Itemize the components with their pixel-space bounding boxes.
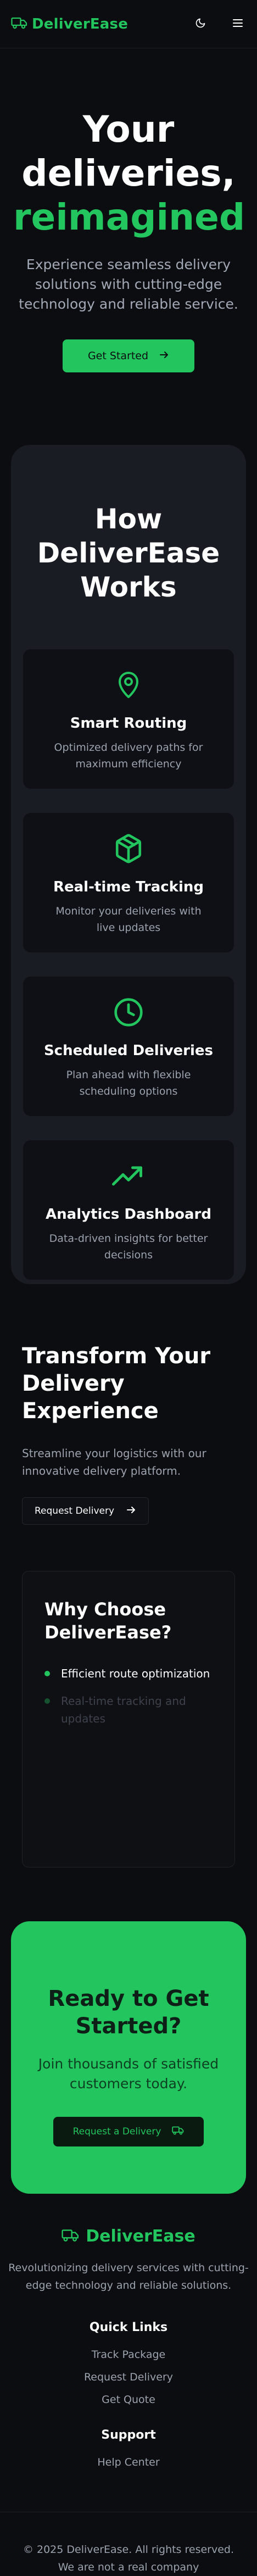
footer-link-get-quote[interactable]: Get Quote [0,2391,257,2408]
quick-links-title: Quick Links [89,2321,168,2334]
feature-card-title: Real-time Tracking [53,879,204,895]
brand-name: DeliverEase [32,15,128,32]
hero-title-line1: Your [82,108,175,150]
copyright-text: © 2025 DeliverEase. All rights reserved. [23,2544,234,2556]
site-footer: DeliverEase Revolutionizing delivery ser… [0,2194,257,2576]
feature-card-desc: Data-driven insights for better decision… [49,1233,208,1261]
feature-card-title: Scheduled Deliveries [43,1042,214,1059]
arrow-right-icon [159,350,169,362]
feature-card-desc: Optimized delivery paths for maximum eff… [54,741,203,770]
hero-subtitle: Experience seamless delivery solutions w… [19,257,238,312]
get-started-button[interactable]: Get Started [63,339,194,372]
truck-icon [11,17,27,31]
feature-card-desc: Monitor your deliveries with live update… [55,905,202,934]
feature-card-desc: Plan ahead with flexible scheduling opti… [66,1069,191,1097]
cta-subtitle: Join thousands of satisfied customers to… [38,2056,219,2092]
support-links-list: Help Center [0,2454,257,2471]
footer-description: Revolutionizing delivery services with c… [8,2262,249,2291]
list-item: Efficient route optimization [44,1665,213,1682]
arrow-right-icon [126,1506,136,1517]
footer-brand-name: DeliverEase [86,2227,195,2246]
request-a-delivery-button[interactable]: Request a Delivery [53,2117,204,2146]
footer-bottom: © 2025 DeliverEase. All rights reserved.… [0,2512,257,2576]
footer-link-track-package[interactable]: Track Package [0,2346,257,2363]
brand-logo[interactable]: DeliverEase [11,16,128,32]
hamburger-menu-icon [232,18,243,30]
hero-section: Your deliveries, reimagined Experience s… [0,48,257,372]
transform-subtitle: Streamline your logistics with our innov… [22,1447,206,1477]
support-title: Support [101,2428,156,2442]
footer-link-help-center[interactable]: Help Center [0,2454,257,2471]
menu-button[interactable] [231,17,245,31]
trending-up-icon [23,1157,234,1195]
footer-link-request-delivery[interactable]: Request Delivery [0,2369,257,2386]
feature-card-title: Smart Routing [70,715,187,732]
benefit-text: Real-time tracking and updates [61,1694,186,1725]
request-delivery-label: Request Delivery [35,1506,115,1516]
clock-icon [23,993,234,1031]
feature-card-smart-routing: Smart Routing Optimized delivery paths f… [23,649,234,789]
benefit-text: Efficient route optimization [61,1667,210,1680]
truck-icon [172,2126,184,2138]
theme-toggle-button[interactable] [193,17,208,31]
quick-links-list: Track Package Request Delivery Get Quote [0,2346,257,2408]
cta-title: Ready to Get Started? [48,1986,209,2039]
feature-card-analytics-dashboard: Analytics Dashboard Data-driven insights… [23,1140,234,1280]
feature-card-title: Analytics Dashboard [46,1206,211,1223]
top-navbar: DeliverEase [0,0,257,48]
request-delivery-button[interactable]: Request Delivery [22,1497,149,1525]
footer-brand[interactable]: DeliverEase [0,2227,257,2246]
transform-section: Transform Your Delivery Experience Strea… [0,1284,257,1525]
disclaimer-text: We are not a real company [58,2561,199,2573]
list-item: Real-time tracking and updates [44,1692,213,1727]
bullet-dot-icon [44,1671,50,1676]
feature-card-real-time-tracking: Real-time Tracking Monitor your deliveri… [23,813,234,952]
transform-title: Transform Your Delivery Experience [22,1343,211,1424]
map-pin-icon [23,666,234,704]
hero-title: Your deliveries, reimagined [13,108,245,239]
moon-icon [195,18,206,31]
why-choose-title: Why Choose DeliverEase? [44,1599,172,1643]
benefits-list: Efficient route optimization Real-time t… [44,1665,213,1727]
hero-title-accent: reimagined [13,196,245,238]
get-started-label: Get Started [87,350,149,362]
how-it-works-title: How DeliverEase Works [37,503,220,603]
bullet-dot-icon [44,1698,50,1704]
package-icon [23,829,234,868]
hero-title-line2: deliveries, [21,152,236,194]
how-it-works-section: How DeliverEase Works Smart Routing Opti… [11,445,246,1284]
truck-icon [62,2229,79,2244]
why-choose-card: Why Choose DeliverEase? Efficient route … [22,1571,235,1867]
cta-section: Ready to Get Started? Join thousands of … [11,1921,246,2194]
request-a-delivery-label: Request a Delivery [72,2126,161,2137]
feature-card-scheduled-deliveries: Scheduled Deliveries Plan ahead with fle… [23,977,234,1116]
